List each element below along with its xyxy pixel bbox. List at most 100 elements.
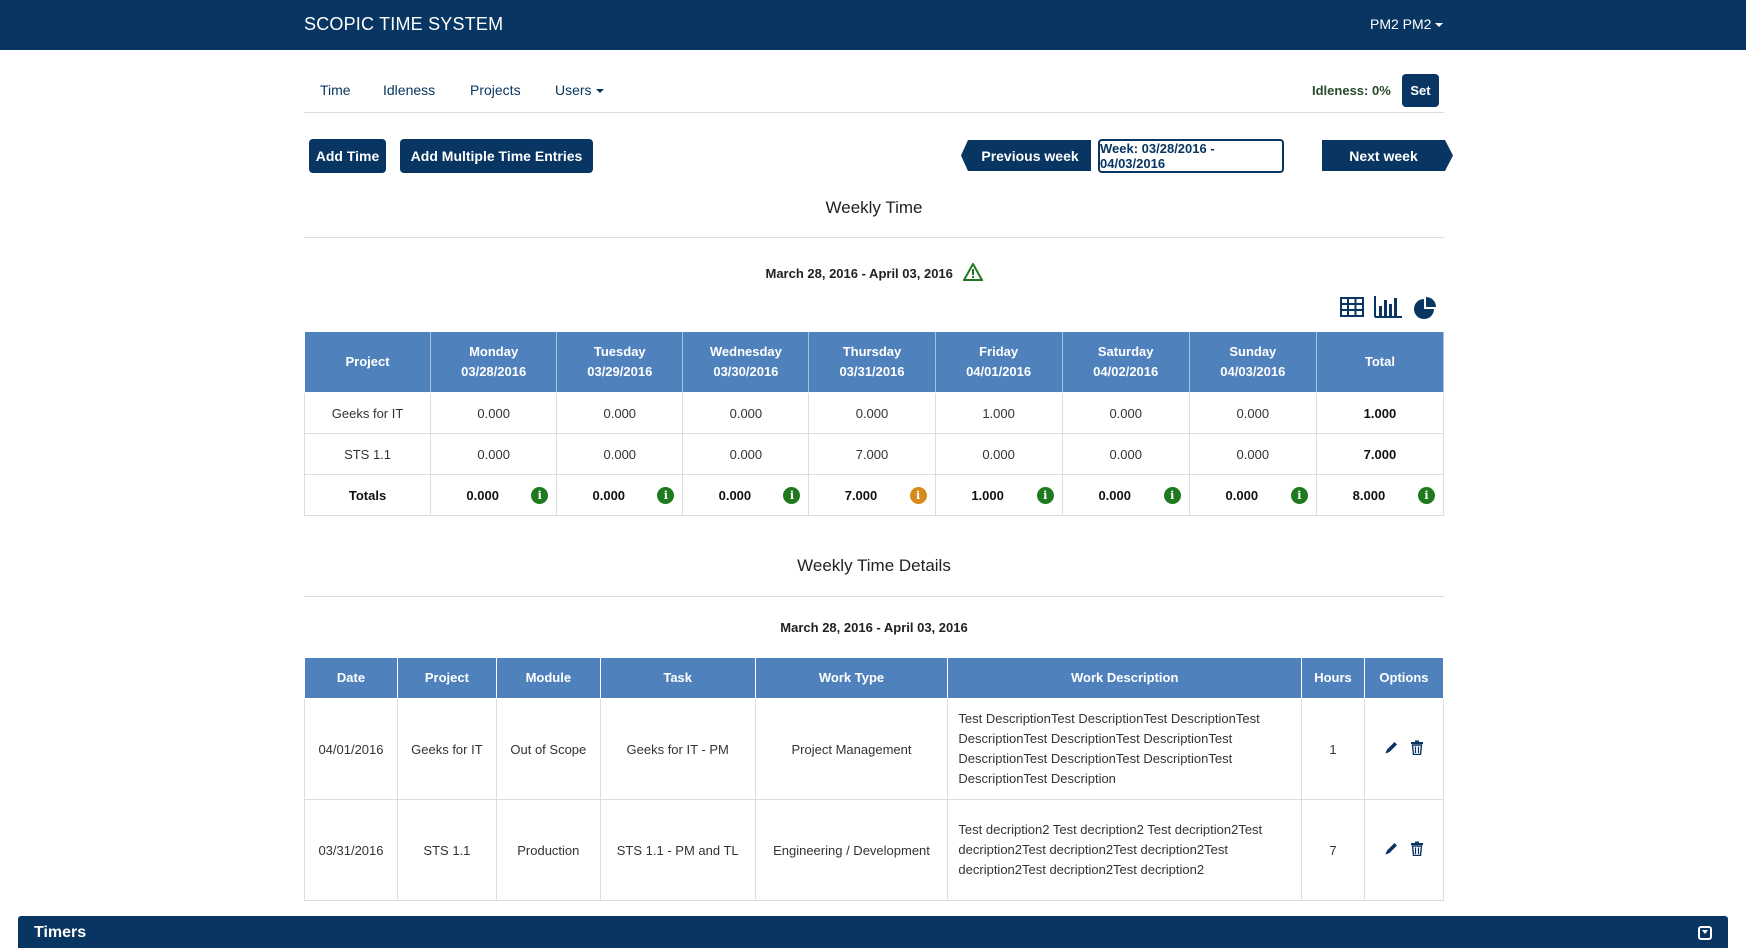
trash-icon[interactable] xyxy=(1410,841,1424,859)
col-header-day: Wednesday xyxy=(709,344,782,359)
total-cell: 0.000 i xyxy=(1061,474,1190,516)
col-header-label: Project xyxy=(345,354,390,369)
hours-cell: 0.000 xyxy=(1188,392,1317,434)
grand-total-cell: 8.000 i xyxy=(1315,474,1445,516)
week-range-display[interactable]: Week: 03/28/2016 - 04/03/2016 xyxy=(1098,139,1284,173)
col-header-thursday: Thursday 03/31/2016 xyxy=(808,331,936,393)
idleness-label: Idleness: 0% xyxy=(1312,83,1391,98)
total-value: 0.000 xyxy=(592,487,626,503)
nav-item-users-label: Users xyxy=(555,82,592,98)
weekly-time-table: Project Monday 03/28/2016 Tuesday 03/29/20… xyxy=(303,331,1445,516)
hours-cell: 0.000 xyxy=(430,392,558,434)
project-cell: STS 1.1 xyxy=(396,799,497,901)
nav-item-users[interactable]: Users xyxy=(555,82,604,98)
col-header-module: Module xyxy=(495,657,601,699)
options-cell xyxy=(1363,698,1445,800)
divider xyxy=(304,237,1444,238)
col-header-date: 04/03/2016 xyxy=(1220,364,1286,379)
warning-icon[interactable] xyxy=(961,261,984,284)
hours-cell: 7.000 xyxy=(808,433,936,475)
set-idleness-button[interactable]: Set xyxy=(1402,74,1439,107)
table-row: STS 1.1 0.000 0.000 0.000 7.000 0.000 0.… xyxy=(303,433,1445,475)
timers-panel[interactable]: Timers xyxy=(18,916,1728,948)
total-value: 1.000 xyxy=(971,487,1004,503)
col-header-day: Monday xyxy=(469,344,519,359)
task-cell: STS 1.1 - PM and TL xyxy=(599,799,756,901)
module-cell: Production xyxy=(495,799,601,901)
hours-cell: 1 xyxy=(1301,698,1365,800)
col-header-friday: Friday 04/01/2016 xyxy=(934,331,1063,393)
work-type-cell: Engineering / Development xyxy=(754,799,949,901)
hours-cell: 0.000 xyxy=(682,392,810,434)
trash-icon[interactable] xyxy=(1410,740,1424,758)
table-row: 03/31/2016 STS 1.1 Production STS 1.1 - … xyxy=(304,799,1445,901)
total-cell: 1.000 i xyxy=(934,474,1063,516)
table-icon[interactable] xyxy=(1340,296,1364,323)
info-icon[interactable]: i xyxy=(1036,487,1054,504)
info-icon[interactable]: i xyxy=(657,487,675,504)
col-header-saturday: Saturday 04/02/2016 xyxy=(1061,331,1190,393)
table-row: 04/01/2016 Geeks for IT Out of Scope Gee… xyxy=(304,698,1445,800)
divider xyxy=(304,596,1444,597)
hours-cell: 0.000 xyxy=(556,392,684,434)
nav-item-idleness[interactable]: Idleness xyxy=(383,82,435,98)
col-header-day: Saturday xyxy=(1097,344,1154,359)
hours-cell: 0.000 xyxy=(1061,392,1190,434)
hours-cell: 0.000 xyxy=(1188,433,1317,475)
info-icon[interactable]: i xyxy=(1163,487,1181,504)
total-cell: 7.000 i xyxy=(808,474,936,516)
next-week-button[interactable]: Next week xyxy=(1322,140,1453,171)
total-cell: 0.000 i xyxy=(682,474,810,516)
weekly-date-range-text: March 28, 2016 - April 03, 2016 xyxy=(765,266,953,281)
col-header-date: Date xyxy=(304,657,398,699)
user-name: PM2 PM2 xyxy=(1370,16,1432,32)
work-type-cell: Project Management xyxy=(754,698,949,800)
row-total-cell: 1.000 xyxy=(1315,392,1445,434)
total-cell: 0.000 i xyxy=(430,474,558,516)
timers-title: Timers xyxy=(34,924,87,941)
col-header-hours: Hours xyxy=(1301,657,1365,699)
collapse-toggle-icon[interactable] xyxy=(1698,926,1712,940)
previous-week-button[interactable]: Previous week xyxy=(961,140,1091,171)
edit-icon[interactable] xyxy=(1384,841,1399,859)
work-description-cell: Test DescriptionTest DescriptionTest Des… xyxy=(947,698,1303,800)
col-header-options: Options xyxy=(1363,657,1445,699)
app-title[interactable]: SCOPIC TIME SYSTEM xyxy=(304,14,503,35)
add-time-button[interactable]: Add Time xyxy=(309,139,386,173)
nav-item-time[interactable]: Time xyxy=(320,82,351,98)
nav-item-projects[interactable]: Projects xyxy=(470,82,521,98)
pie-chart-icon[interactable] xyxy=(1412,296,1438,325)
total-cell: 0.000 i xyxy=(1188,474,1317,516)
hours-cell: 0.000 xyxy=(1061,433,1190,475)
weekly-header-row: Project Monday 03/28/2016 Tuesday 03/29/20… xyxy=(303,331,1445,393)
col-header-total: Total xyxy=(1315,331,1445,393)
edit-icon[interactable] xyxy=(1384,740,1399,758)
col-header-wednesday: Wednesday 03/30/2016 xyxy=(682,331,810,393)
info-icon[interactable]: i xyxy=(531,487,549,504)
options-cell xyxy=(1363,799,1445,901)
total-value: 0.000 xyxy=(718,487,752,503)
weekly-date-range: March 28, 2016 - April 03, 2016 xyxy=(304,261,1444,284)
info-icon[interactable]: i xyxy=(1290,487,1308,504)
details-header-row: Date Project Module Task Work Type Work … xyxy=(304,657,1445,699)
col-header-project: Project xyxy=(396,657,497,699)
info-icon[interactable]: i xyxy=(783,487,801,504)
info-icon[interactable]: i xyxy=(909,487,927,504)
project-cell: STS 1.1 xyxy=(303,433,432,475)
caret-down-icon xyxy=(1435,23,1444,28)
date-cell: 03/31/2016 xyxy=(304,799,398,901)
hours-cell: 7 xyxy=(1301,799,1365,901)
col-header-day: Friday xyxy=(979,344,1019,359)
add-multiple-entries-button[interactable]: Add Multiple Time Entries xyxy=(400,139,593,173)
main-nav: Time Idleness Projects Users xyxy=(304,73,1444,113)
hours-cell: 0.000 xyxy=(556,433,684,475)
col-header-work-description: Work Description xyxy=(947,657,1303,699)
bar-chart-icon[interactable] xyxy=(1374,296,1402,323)
view-toggle-group xyxy=(1340,296,1440,320)
task-cell: Geeks for IT - PM xyxy=(599,698,756,800)
table-row: Geeks for IT 0.000 0.000 0.000 0.000 1.0… xyxy=(303,392,1445,434)
total-cell: 0.000 i xyxy=(556,474,684,516)
row-total-cell: 7.000 xyxy=(1315,433,1445,475)
user-menu[interactable]: PM2 PM2 xyxy=(1370,16,1444,32)
info-icon[interactable]: i xyxy=(1418,487,1435,504)
